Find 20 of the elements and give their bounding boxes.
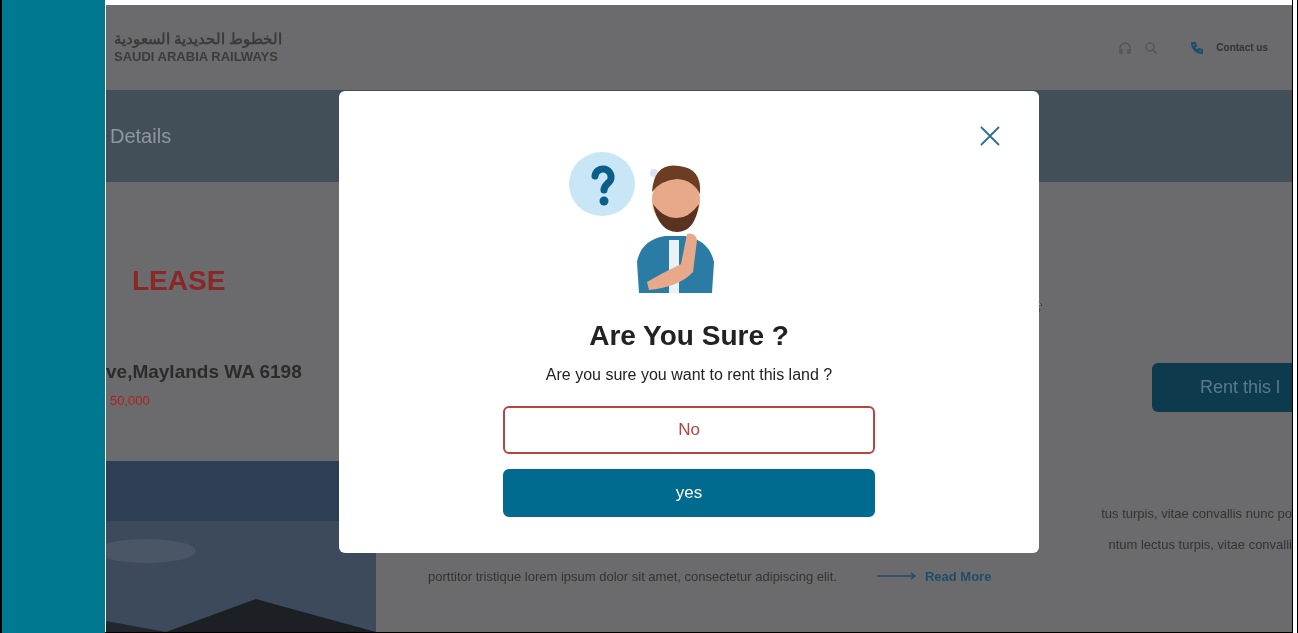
- listing-type: LEASE: [132, 264, 227, 298]
- cancel-button[interactable]: No: [503, 406, 875, 454]
- close-icon: [980, 126, 1000, 146]
- arrow-right-icon: [876, 572, 917, 581]
- search-icon[interactable]: [1144, 40, 1159, 55]
- listing-address: ve,Maylands WA 6198: [106, 360, 303, 384]
- headset-icon[interactable]: [1118, 40, 1133, 55]
- confirm-button[interactable]: yes: [503, 469, 875, 517]
- banner-title: Details: [109, 124, 172, 149]
- phone-icon: [1190, 40, 1205, 55]
- description-text: tus turpis, vitae convallis nunc po: [1101, 504, 1292, 523]
- dialog-message: Are you sure you want to rent this land ?: [545, 365, 833, 385]
- listing-price: 50,000: [109, 391, 151, 410]
- description-text: ntum lectus turpis, vitae convalli: [1108, 536, 1292, 554]
- contact-link[interactable]: Contact us: [1216, 40, 1268, 55]
- close-button[interactable]: [979, 125, 1001, 147]
- description-text: porttitor tristique lorem ipsum dolor sit amet, consectetur adipiscing elit.: [428, 567, 837, 586]
- read-more-link[interactable]: Read More: [876, 566, 992, 586]
- rent-button[interactable]: Rent this l: [1152, 363, 1292, 412]
- dialog-title: Are You Sure ?: [589, 319, 789, 353]
